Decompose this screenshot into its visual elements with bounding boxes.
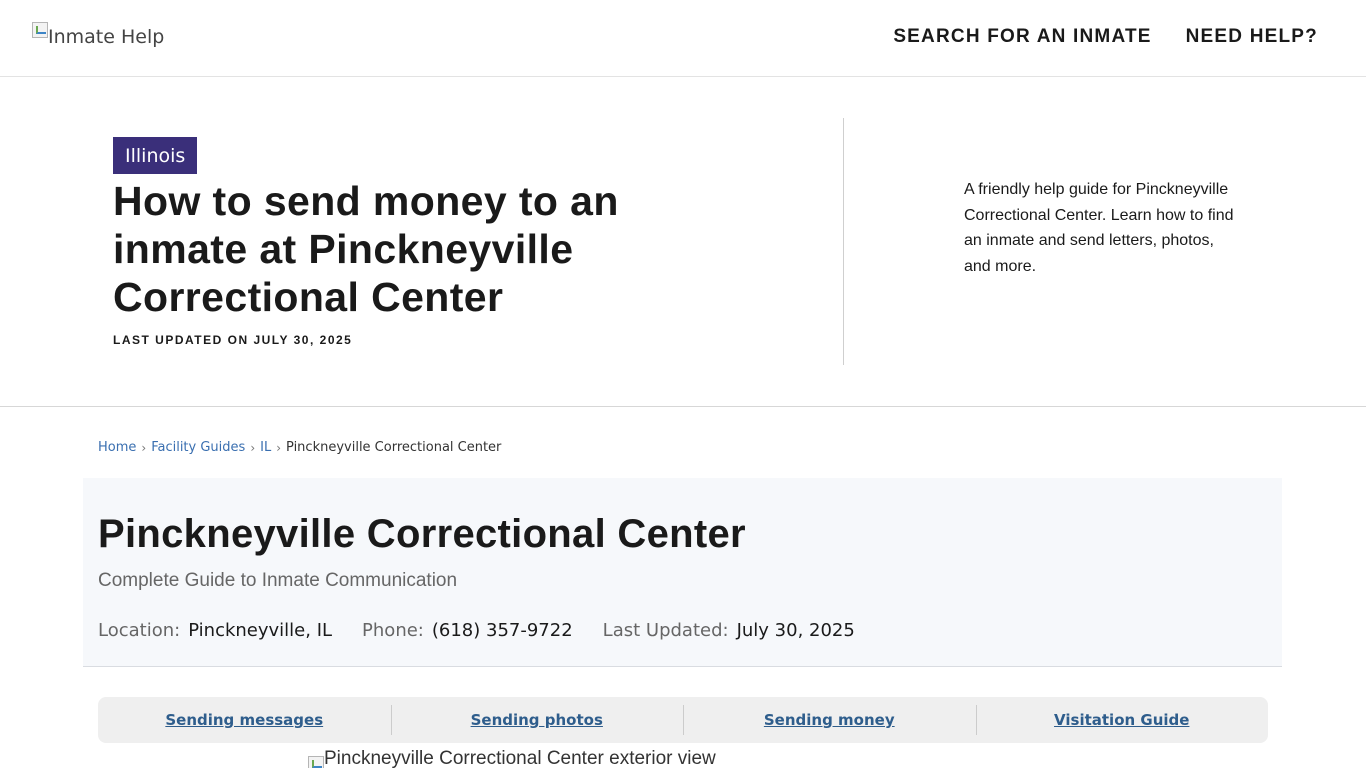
hero-section: Illinois How to send money to an inmate … xyxy=(0,77,1366,407)
hero-description: A friendly help guide for Pinckneyville … xyxy=(964,181,1234,275)
breadcrumb-facility-guides[interactable]: Facility Guides xyxy=(151,440,245,455)
last-updated: LAST UPDATED ON JULY 30, 2025 xyxy=(113,333,353,347)
meta-updated: Last Updated: July 30, 2025 xyxy=(603,620,855,641)
tab-sending-messages[interactable]: Sending messages xyxy=(98,711,391,729)
hero-divider xyxy=(843,118,844,365)
main-nav: SEARCH FOR AN INMATE NEED HELP? xyxy=(893,26,1318,48)
meta-location-label: Location: xyxy=(98,620,181,641)
breadcrumb-separator: › xyxy=(250,440,256,455)
facility-panel: Pinckneyville Correctional Center Comple… xyxy=(83,478,1282,667)
breadcrumb-current: Pinckneyville Correctional Center xyxy=(286,440,502,455)
breadcrumb-home[interactable]: Home xyxy=(98,440,136,455)
meta-updated-value: July 30, 2025 xyxy=(736,620,855,641)
logo-alt-text: Inmate Help xyxy=(48,26,165,48)
meta-phone-value: (618) 357-9722 xyxy=(431,620,573,641)
nav-need-help[interactable]: NEED HELP? xyxy=(1186,26,1318,48)
facility-title: Pinckneyville Correctional Center xyxy=(98,512,746,556)
breadcrumb-separator: › xyxy=(141,440,147,455)
facility-subtitle: Complete Guide to Inmate Communication xyxy=(98,570,458,591)
facility-exterior-image: Pinckneyville Correctional Center exteri… xyxy=(308,748,716,768)
site-header: Inmate Help SEARCH FOR AN INMATE NEED HE… xyxy=(0,0,1366,77)
tab-sending-photos[interactable]: Sending photos xyxy=(390,705,684,735)
exterior-image-alt: Pinckneyville Correctional Center exteri… xyxy=(324,748,716,768)
meta-updated-label: Last Updated: xyxy=(602,620,729,641)
meta-location: Location: Pinckneyville, IL xyxy=(98,620,332,641)
guide-tabs: Sending messages Sending photos Sending … xyxy=(98,697,1268,743)
breadcrumb: Home › Facility Guides › IL › Pinckneyvi… xyxy=(98,440,501,455)
meta-phone: Phone: (618) 357-9722 xyxy=(362,620,573,641)
meta-location-value: Pinckneyville, IL xyxy=(188,620,333,641)
tab-sending-money[interactable]: Sending money xyxy=(683,705,976,735)
state-badge[interactable]: Illinois xyxy=(113,137,198,174)
page-title: How to send money to an inmate at Pinckn… xyxy=(113,178,619,320)
meta-phone-label: Phone: xyxy=(362,620,424,641)
breadcrumb-state[interactable]: IL xyxy=(260,440,271,455)
breadcrumb-separator: › xyxy=(276,440,282,455)
broken-image-icon xyxy=(308,756,324,768)
broken-image-icon xyxy=(32,22,48,38)
site-logo[interactable]: Inmate Help xyxy=(32,22,164,48)
tab-visitation-guide[interactable]: Visitation Guide xyxy=(975,705,1269,735)
nav-search-inmate[interactable]: SEARCH FOR AN INMATE xyxy=(893,26,1151,48)
facility-meta: Location: Pinckneyville, IL Phone: (618)… xyxy=(98,620,855,641)
